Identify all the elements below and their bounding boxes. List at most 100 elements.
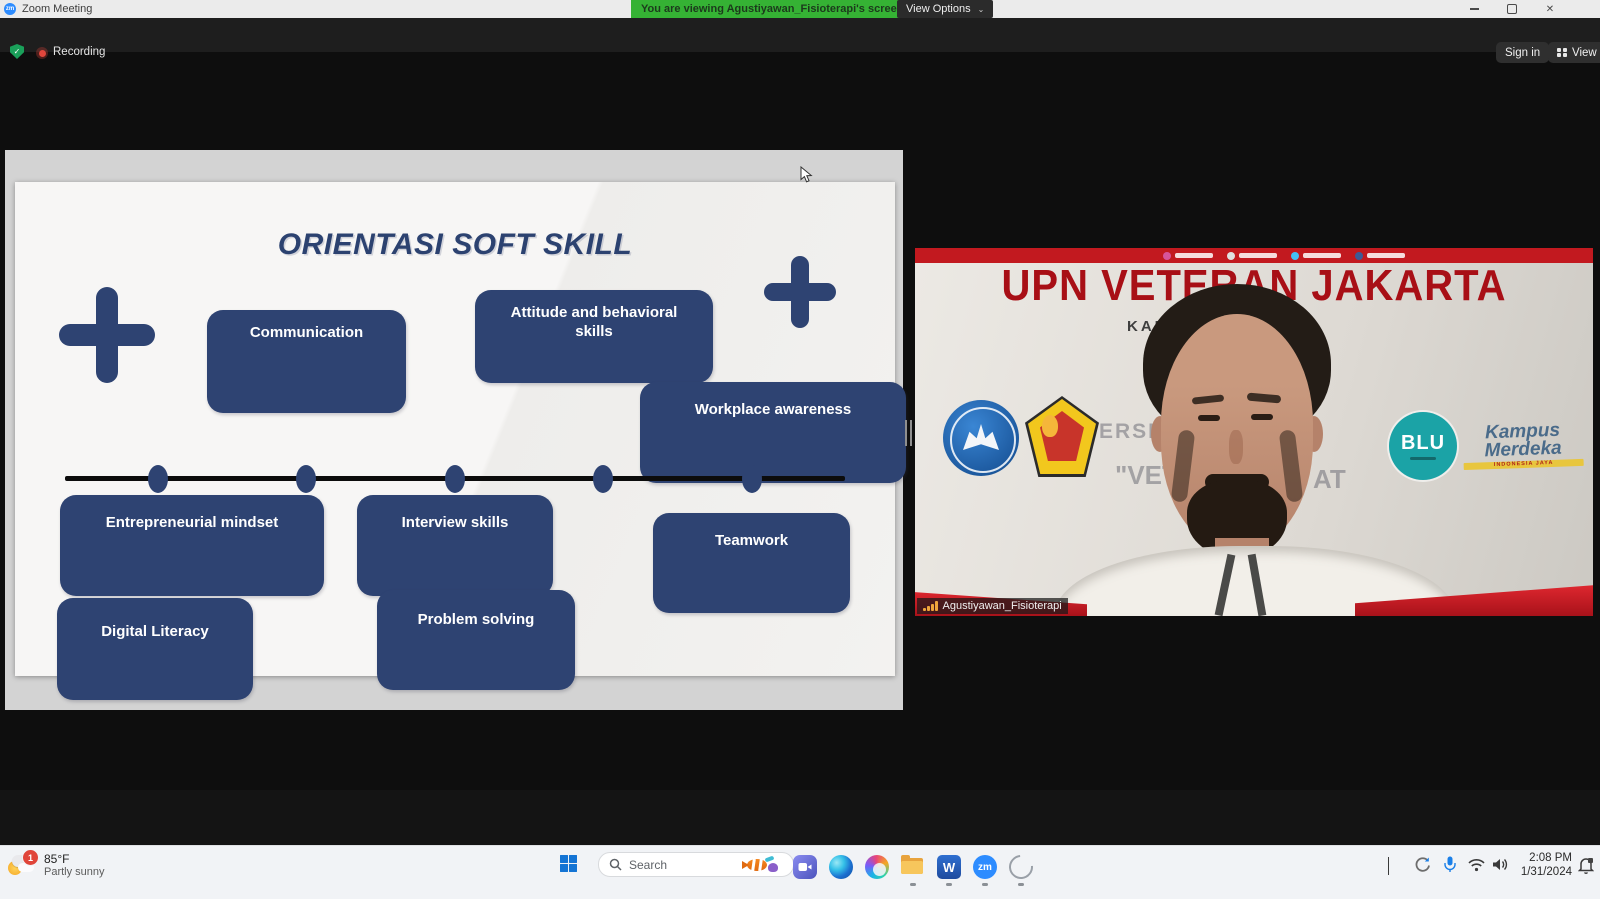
connection-signal-icon [923,601,938,611]
recording-dot [39,50,46,57]
kampus-merdeka-logo: Kampus Merdeka INDONESIA JAYA [1462,421,1583,470]
skill-label: Entrepreneurial mindset [106,513,279,596]
participant-nose [1229,430,1243,464]
skill-box-interview: Interview skills [357,495,553,596]
upn-university-logo [1025,396,1099,477]
tray-clock[interactable]: 2:08 PM 1/31/2024 [1496,851,1572,879]
taskbar-zoom-icon[interactable]: zm [972,854,998,880]
running-app-indicator [946,883,952,886]
participant-video-tile[interactable]: UPN VETERAN JAKARTA KAMPU VERSITA "VETE … [915,248,1593,616]
social-handle [1355,252,1405,260]
skill-label: Problem solving [418,610,535,690]
sign-in-label: Sign in [1505,47,1540,59]
notification-badge: 1 [22,849,39,866]
tray-time: 2:08 PM [1496,851,1572,865]
windows-taskbar: 1 85°F Partly sunny Search W zm [0,845,1600,899]
skill-box-workplace: Workplace awareness [640,382,906,483]
view-options-button[interactable]: View Options ⌄ [897,0,993,18]
tray-show-hidden-icons[interactable] [1388,858,1389,876]
ministry-education-logo [943,400,1019,476]
viewing-screen-banner: You are viewing Agustiyawan_Fisioterapi'… [631,0,913,18]
plus-decoration-large [59,287,155,383]
meeting-header-bar: ✓ Recording Sign in View [0,18,1600,52]
recording-indicator-icon [36,47,48,59]
tray-wifi-icon[interactable] [1468,858,1485,877]
skill-label: Teamwork [715,531,788,613]
presentation-slide: ORIENTASI SOFT SKILL Communication Attit… [15,182,895,676]
tray-microphone-icon[interactable] [1444,856,1456,878]
slide-title: ORIENTASI SOFT SKILL [15,228,895,262]
timeline-dot [445,465,465,493]
running-app-indicator [910,883,916,886]
video-social-banner [915,248,1593,263]
skill-box-teamwork: Teamwork [653,513,850,613]
social-handle [1291,252,1341,260]
window-title: Zoom Meeting [22,0,92,18]
skill-box-communication: Communication [207,310,406,413]
timeline-dot [593,465,613,493]
blu-logo-text: BLU [1401,432,1445,455]
sign-in-button[interactable]: Sign in [1496,42,1549,63]
chat-camera-icon [793,855,817,879]
taskbar-search-box[interactable]: Search [598,852,794,877]
taskbar-file-explorer-icon[interactable] [900,854,926,880]
taskbar-loading-app-icon[interactable] [1008,854,1034,880]
skill-box-entrepreneurial: Entrepreneurial mindset [60,495,324,596]
spinner-icon [1004,850,1038,884]
start-button[interactable] [560,855,577,872]
tray-notification-bell[interactable] [1578,857,1594,879]
chevron-down-icon: ⌄ [978,5,985,14]
edge-browser-icon [829,855,853,879]
skill-label: Workplace awareness [695,400,851,483]
participant-name-tag: Agustiyawan_Fisioterapi [917,598,1068,614]
plus-decoration-medium [764,256,836,328]
skill-box-problem-solving: Problem solving [377,590,575,690]
search-icon [609,858,622,871]
recording-label: Recording [53,42,105,63]
mouse-cursor [800,166,814,184]
maximize-button[interactable] [1497,0,1527,18]
skill-label: Interview skills [402,513,509,596]
minimize-button[interactable] [1459,0,1489,18]
shared-screen-area: ORIENTASI SOFT SKILL Communication Attit… [5,150,903,710]
taskbar-word-icon[interactable]: W [936,854,962,880]
close-icon: ✕ [1546,4,1554,15]
close-button[interactable]: ✕ [1535,0,1565,18]
view-layout-icon [1557,48,1567,58]
skill-label: Digital Literacy [101,622,209,700]
backdrop-watermark: AT [1313,464,1346,495]
taskbar-chat-icon[interactable] [792,854,818,880]
weather-condition-label: Partly sunny [44,866,105,878]
social-handle [1163,252,1213,260]
meeting-info-shield-icon[interactable]: ✓ [10,44,24,59]
window-titlebar: zm Zoom Meeting You are viewing Agustiya… [0,0,1600,18]
meeting-toolbar: Unmute Stop Video 350 Participants Chat [0,790,1600,845]
skill-box-attitude: Attitude and behavioral skills [475,290,713,383]
skill-label: Attitude and behavioral skills [501,303,687,383]
word-icon: W [937,855,961,879]
blu-logo: BLU [1389,412,1457,480]
view-options-label: View Options [906,3,971,15]
taskbar-copilot-icon[interactable] [864,854,890,880]
panel-resize-handle[interactable] [903,418,914,448]
kampus-merdeka-tagline: INDONESIA JAYA [1464,459,1584,470]
view-button[interactable]: View [1548,42,1600,63]
temperature-label: 85°F [44,852,69,866]
windows-logo-icon [560,855,568,863]
participant-name: Agustiyawan_Fisioterapi [943,600,1062,612]
weather-widget[interactable]: 1 85°F Partly sunny [0,846,200,899]
minimize-icon [1470,8,1479,10]
timeline-dot [296,465,316,493]
participant-eye [1251,414,1273,420]
shield-check: ✓ [14,47,21,56]
zoom-app-icon: zm [4,3,16,15]
running-app-indicator [1018,883,1024,886]
skill-label: Communication [250,323,363,413]
tray-sync-icon[interactable] [1414,856,1431,878]
kampus-merdeka-line2: Merdeka [1463,439,1584,461]
search-daily-image-fish [739,855,783,875]
chevron-up-icon [1388,857,1389,875]
copilot-icon [865,855,889,879]
taskbar-edge-icon[interactable] [828,854,854,880]
maximize-icon [1507,4,1517,14]
